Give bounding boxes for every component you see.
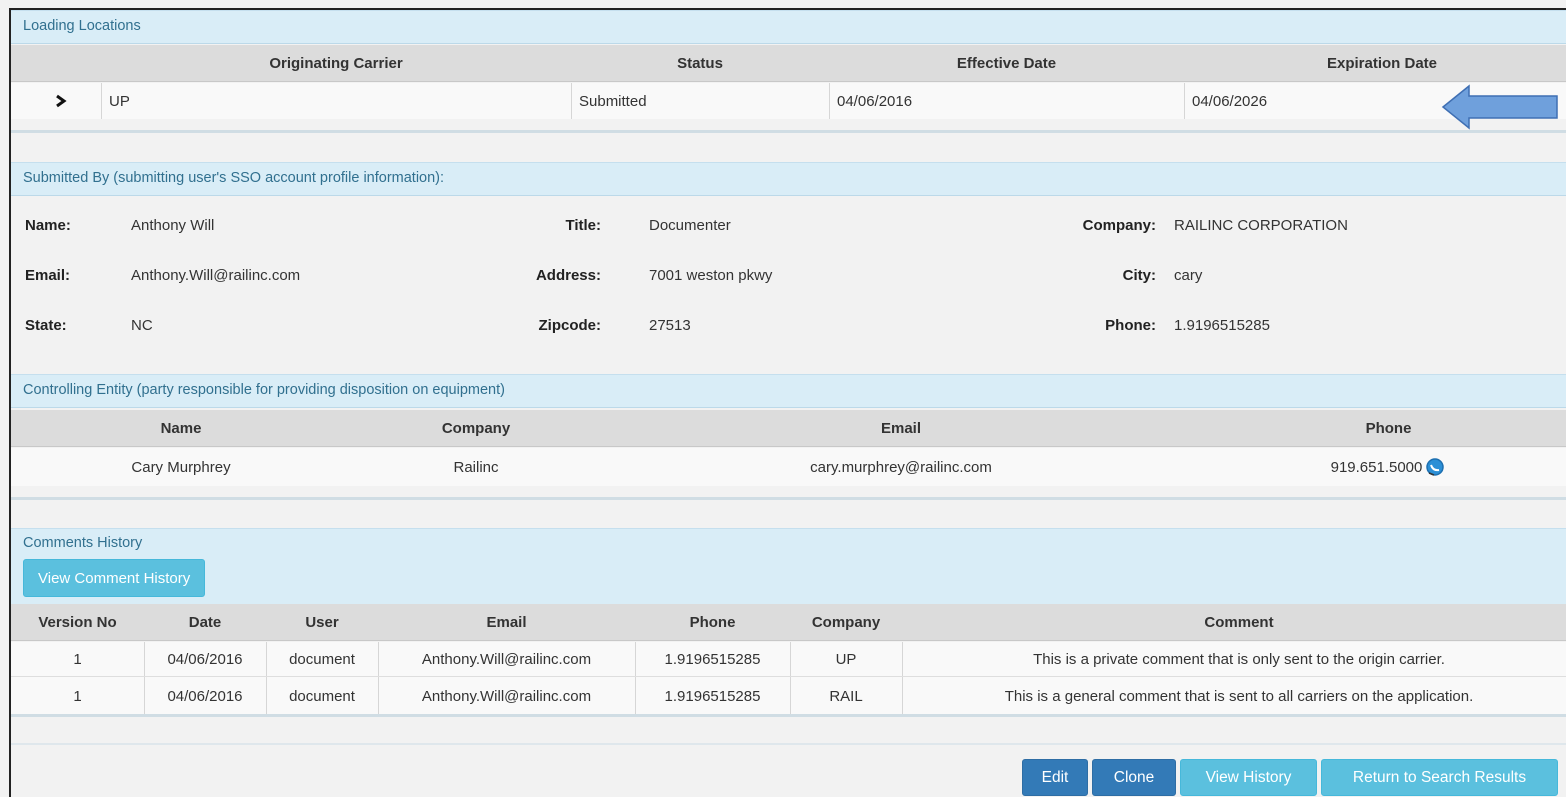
view-history-button[interactable]: View History <box>1180 759 1317 796</box>
col-email: Email <box>486 613 527 631</box>
title-value: Documenter <box>649 217 731 234</box>
col-name: Name <box>160 419 202 437</box>
col-expiration-date: Expiration Date <box>1326 54 1438 72</box>
comment-user: document <box>289 650 355 668</box>
clone-button[interactable]: Clone <box>1092 759 1176 796</box>
name-value: Anthony Will <box>131 217 215 234</box>
row-expiration-date: 04/06/2026 <box>1192 92 1268 110</box>
row-status: Submitted <box>579 92 647 110</box>
table-row[interactable]: UP Submitted 04/06/2016 04/06/2026 <box>11 83 1566 119</box>
comment-text: This is a general comment that is sent t… <box>1004 687 1474 705</box>
ce-name: Cary Murphrey <box>131 458 231 476</box>
ce-company: Railinc <box>453 458 499 476</box>
loading-locations-header-row: Originating Carrier Status Effective Dat… <box>11 45 1566 82</box>
submitted-by-body: Name: Anthony Will Title: Documenter Com… <box>11 197 1566 345</box>
email-label: Email: <box>25 267 71 284</box>
state-label: State: <box>25 317 67 334</box>
col-date: Date <box>188 613 222 631</box>
zipcode-label: Zipcode: <box>538 317 602 334</box>
company-value: RAILINC CORPORATION <box>1174 217 1348 234</box>
phone-label: Phone: <box>1105 317 1156 334</box>
controlling-entity-heading: Controlling Entity (party responsible fo… <box>11 374 1566 408</box>
ce-phone-cell: 919.651.5000 <box>1201 448 1566 486</box>
comments-header-row: Version No Date User Email Phone Company… <box>11 604 1566 641</box>
state-value: NC <box>131 317 153 334</box>
comments-heading: Comments History <box>23 535 143 551</box>
title-label: Title: <box>565 217 601 234</box>
table-row: Cary Murphrey Railinc cary.murphrey@rail… <box>11 448 1566 486</box>
ce-phone: 919.651.5000 <box>1330 458 1423 476</box>
col-effective-date: Effective Date <box>956 54 1057 72</box>
expand-chevron-icon[interactable] <box>41 83 81 119</box>
col-company: Company <box>811 613 881 631</box>
name-label: Name: <box>25 217 71 234</box>
col-comment: Comment <box>1204 613 1274 631</box>
col-phone: Phone <box>1365 419 1412 437</box>
col-user: User <box>305 613 339 631</box>
city-label: City: <box>1122 267 1156 284</box>
company-label: Company: <box>1082 217 1156 234</box>
controlling-entity-header-row: Name Company Email Phone <box>11 410 1566 447</box>
col-email: Email <box>880 419 922 437</box>
col-status: Status <box>677 54 723 72</box>
comment-text: This is a private comment that is only s… <box>1033 650 1445 668</box>
pointer-arrow-icon <box>1441 84 1558 130</box>
zipcode-value: 27513 <box>649 317 691 334</box>
comment-company: UP <box>835 650 857 668</box>
comment-phone: 1.9196515285 <box>664 687 761 705</box>
comment-email: Anthony.Will@railinc.com <box>421 650 592 668</box>
comments-body: 1 04/06/2016 document Anthony.Will@raili… <box>11 642 1566 714</box>
detail-frame: Loading Locations Originating Carrier St… <box>9 8 1566 797</box>
comment-version: 1 <box>73 650 82 668</box>
call-phone-icon[interactable] <box>1424 456 1446 478</box>
table-row: 1 04/06/2016 document Anthony.Will@raili… <box>11 642 1566 677</box>
table-row: 1 04/06/2016 document Anthony.Will@raili… <box>11 678 1566 714</box>
return-to-search-results-button[interactable]: Return to Search Results <box>1321 759 1558 796</box>
submitted-by-heading: Submitted By (submitting user's SSO acco… <box>11 162 1566 196</box>
comment-phone: 1.9196515285 <box>664 650 761 668</box>
loading-locations-heading: Loading Locations <box>11 10 1566 44</box>
row-effective-date: 04/06/2016 <box>837 92 913 110</box>
ce-email: cary.murphrey@railinc.com <box>810 458 992 476</box>
col-originating-carrier: Originating Carrier <box>269 54 403 72</box>
row-carrier: UP <box>109 92 130 110</box>
comment-date: 04/06/2016 <box>167 687 243 705</box>
city-value: cary <box>1174 267 1203 284</box>
col-version-no: Version No <box>38 613 117 631</box>
col-phone: Phone <box>689 613 736 631</box>
edit-button[interactable]: Edit <box>1022 759 1088 796</box>
comment-email: Anthony.Will@railinc.com <box>421 687 592 705</box>
comment-company: RAIL <box>829 687 863 705</box>
phone-value: 1.9196515285 <box>1174 317 1270 334</box>
comment-user: document <box>289 687 355 705</box>
address-label: Address: <box>535 267 601 284</box>
comment-date: 04/06/2016 <box>167 650 243 668</box>
view-comment-history-button[interactable]: View Comment History <box>23 559 206 597</box>
col-company: Company <box>441 419 511 437</box>
email-value: Anthony.Will@railinc.com <box>131 267 301 284</box>
comment-version: 1 <box>73 687 82 705</box>
comments-heading-panel: Comments History View Comment History <box>11 528 1566 605</box>
address-value: 7001 weston pkwy <box>649 267 773 284</box>
